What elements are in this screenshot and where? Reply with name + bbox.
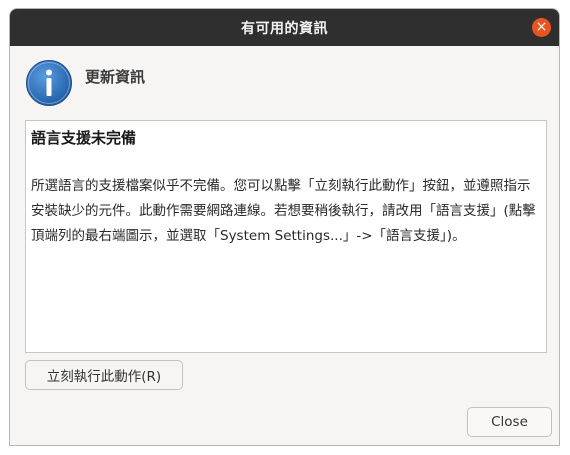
message-heading: 語言支援未完備 [31,129,137,147]
run-action-now-button[interactable]: 立刻執行此動作(R) [25,360,183,390]
close-button[interactable]: Close [467,407,552,437]
info-icon [25,59,73,107]
close-window-button[interactable]: × [532,18,551,37]
dialog-window: 有可用的資訊 × 更新資訊 語言支援未完備 所選語言的支援檔案似乎不完備。您可以… [9,8,560,446]
dialog-heading: 更新資訊 [85,68,146,86]
window-title: 有可用的資訊 [241,20,328,37]
message-body: 所選語言的支援檔案似乎不完備。您可以點擊「立刻執行此動作」按鈕，並遵照指示安裝缺… [31,178,536,244]
close-icon[interactable]: × [536,19,548,35]
message-textview[interactable]: 語言支援未完備 所選語言的支援檔案似乎不完備。您可以點擊「立刻執行此動作」按鈕，… [25,120,547,353]
titlebar[interactable]: 有可用的資訊 × [10,9,559,46]
